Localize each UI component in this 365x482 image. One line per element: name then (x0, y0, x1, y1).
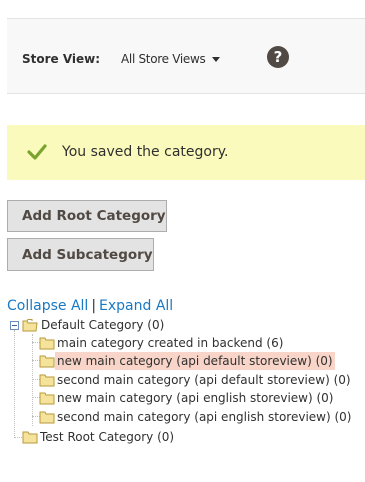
tree-node-category[interactable]: main category created in backend (6) (0, 334, 300, 352)
tree-node-label: new main category (api english storeview… (57, 391, 334, 405)
tree-node-label: main category created in backend (6) (57, 336, 284, 350)
tree-node-category[interactable]: second main category (api default storev… (0, 371, 351, 389)
store-view-dropdown[interactable]: All Store Views (121, 52, 206, 66)
folder-icon (39, 411, 55, 424)
tree-node-label: new main category (api default storeview… (55, 352, 335, 370)
tree-node-label: second main category (api english storev… (57, 410, 352, 424)
category-tree: Default Category (0) main category creat… (0, 316, 365, 446)
tree-controls: Collapse All | Expand All (7, 298, 173, 314)
caret-down-icon[interactable] (212, 57, 220, 62)
add-root-category-button[interactable]: Add Root Category (7, 200, 167, 232)
checkmark-icon (27, 144, 47, 160)
expand-all-link[interactable]: Expand All (99, 298, 173, 314)
success-message-text: You saved the category. (62, 144, 229, 160)
store-view-switcher: Store View: All Store Views ? (7, 18, 365, 94)
folder-icon (39, 374, 55, 387)
collapse-toggle-icon[interactable] (10, 321, 19, 330)
tree-node-label: Test Root Category (0) (40, 430, 175, 444)
folder-icon (39, 337, 55, 350)
folder-icon (22, 431, 38, 444)
success-message: You saved the category. (7, 125, 365, 180)
collapse-all-link[interactable]: Collapse All (7, 298, 88, 314)
question-circle-icon[interactable]: ? (267, 46, 289, 68)
tree-node-label: Default Category (0) (41, 318, 165, 332)
tree-node-label: second main category (api default storev… (57, 373, 351, 387)
tree-node-category-selected[interactable]: new main category (api default storeview… (0, 352, 335, 370)
tree-node-test-root-category[interactable]: Test Root Category (0) (0, 428, 200, 446)
tree-node-category[interactable]: second main category (api english storev… (0, 408, 352, 426)
folder-open-icon (22, 319, 38, 332)
tree-node-default-category[interactable]: Default Category (0) (0, 316, 200, 334)
tree-node-category[interactable]: new main category (api english storeview… (0, 389, 334, 407)
add-subcategory-button[interactable]: Add Subcategory (7, 238, 154, 271)
folder-icon (39, 392, 55, 405)
tree-controls-separator: | (91, 298, 97, 314)
store-view-label: Store View: (22, 52, 101, 66)
folder-icon (39, 355, 55, 368)
